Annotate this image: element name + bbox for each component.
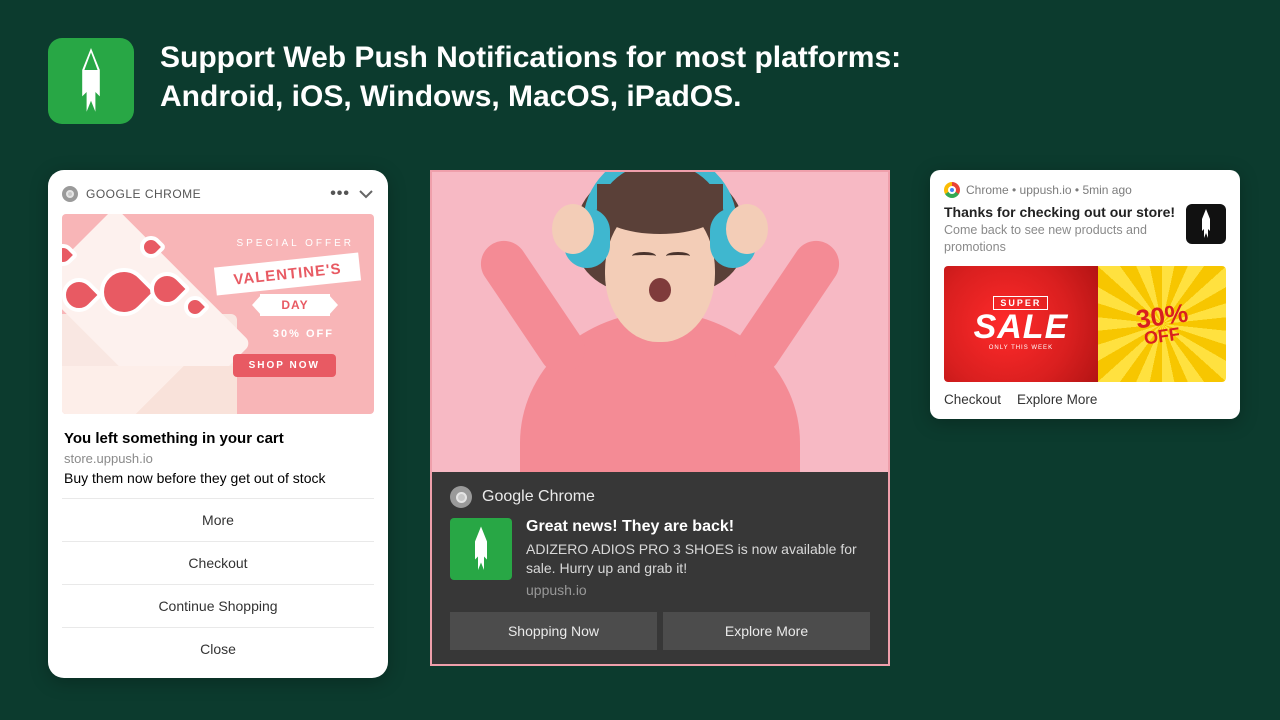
action-continue-shopping[interactable]: Continue Shopping bbox=[62, 584, 374, 627]
app-icon-tile bbox=[450, 518, 512, 580]
more-options-icon[interactable]: ••• bbox=[330, 190, 350, 198]
rocket-icon bbox=[1196, 209, 1216, 239]
banner-sale-label: SALE bbox=[974, 308, 1069, 347]
headline-line1: Support Web Push Notifications for most … bbox=[160, 38, 901, 77]
notification-meta: Chrome • uppush.io • 5min ago bbox=[966, 183, 1132, 197]
notification-site: uppush.io bbox=[526, 582, 870, 598]
notification-card-macos: Google Chrome Great news! They are back!… bbox=[430, 170, 890, 666]
notification-title: Great news! They are back! bbox=[526, 518, 870, 536]
page-headline: Support Web Push Notifications for most … bbox=[160, 38, 901, 116]
notification-card-android: Chrome • uppush.io • 5min ago Thanks for… bbox=[930, 170, 1240, 419]
banner-valentines-strip: VALENTINE'S bbox=[214, 252, 361, 295]
action-explore-more[interactable]: Explore More bbox=[1017, 392, 1097, 407]
notification-site: store.uppush.io bbox=[64, 451, 372, 466]
action-more[interactable]: More bbox=[62, 498, 374, 541]
browser-label: Google Chrome bbox=[482, 488, 595, 506]
rocket-icon bbox=[69, 48, 113, 114]
chrome-icon bbox=[62, 186, 78, 202]
notification-title: Thanks for checking out our store! bbox=[944, 204, 1176, 220]
chevron-down-icon[interactable] bbox=[358, 186, 374, 202]
banner-discount-text: 30% OFF bbox=[273, 328, 334, 340]
rocket-icon bbox=[466, 526, 496, 572]
notification-card-windows: GOOGLE CHROME ••• SPECIAL OFFER VALENTIN… bbox=[48, 170, 388, 678]
action-explore-more[interactable]: Explore More bbox=[663, 612, 870, 650]
action-shopping-now[interactable]: Shopping Now bbox=[450, 612, 657, 650]
app-icon-tile bbox=[1186, 204, 1226, 244]
banner-shop-now-button[interactable]: SHOP NOW bbox=[233, 354, 336, 377]
chrome-icon bbox=[450, 486, 472, 508]
action-checkout[interactable]: Checkout bbox=[944, 392, 1001, 407]
promo-banner-valentines: SPECIAL OFFER VALENTINE'S DAY 30% OFF SH… bbox=[62, 214, 374, 414]
chrome-icon bbox=[944, 182, 960, 198]
banner-off-label: OFF bbox=[1143, 323, 1182, 349]
notification-title: You left something in your cart bbox=[64, 430, 372, 447]
banner-special-offer: SPECIAL OFFER bbox=[236, 238, 354, 249]
banner-only-label: ONLY THIS WEEK bbox=[989, 345, 1053, 351]
notification-body: ADIZERO ADIOS PRO 3 SHOES is now availab… bbox=[526, 540, 870, 578]
promo-banner-super-sale: SUPER SALE ONLY THIS WEEK 30% OFF bbox=[944, 266, 1226, 382]
action-checkout[interactable]: Checkout bbox=[62, 541, 374, 584]
banner-day-strip: DAY bbox=[260, 294, 330, 316]
action-close[interactable]: Close bbox=[62, 627, 374, 670]
notification-body: Come back to see new products and promot… bbox=[944, 222, 1176, 256]
app-logo-tile bbox=[48, 38, 134, 124]
browser-label: GOOGLE CHROME bbox=[86, 187, 201, 201]
hero-image-headphones bbox=[432, 172, 888, 472]
headline-line2: Android, iOS, Windows, MacOS, iPadOS. bbox=[160, 77, 901, 116]
notification-body: Buy them now before they get out of stoc… bbox=[64, 470, 372, 486]
